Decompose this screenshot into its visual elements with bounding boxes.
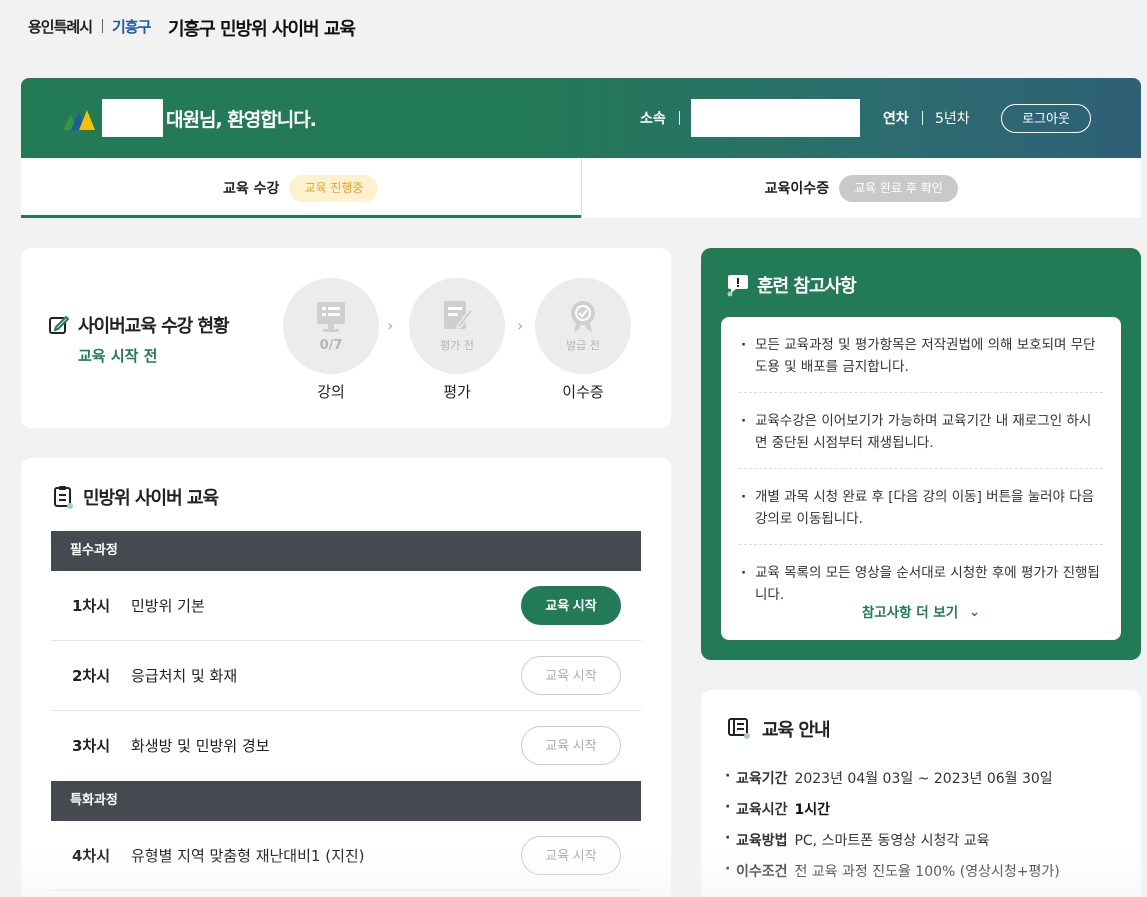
chevron-right-icon: › <box>517 316 524 335</box>
step-circle: 발급 전 <box>535 278 631 374</box>
info-title: 교육 안내 <box>762 720 831 741</box>
step-lecture: 0/7 강의 <box>283 278 379 402</box>
more-reference-link[interactable]: 참고사항 더 보기 ⌄ <box>721 601 1121 621</box>
info-key: 교육방법 <box>725 830 790 850</box>
course-name: 화생방 및 민방위 경보 <box>131 737 270 755</box>
step-certificate: 발급 전 이수증 <box>535 278 631 402</box>
info-row: 이수조건 전 교육 과정 진도율 100% (영상시청+평가) <box>725 861 1060 881</box>
evaluation-status: 평가 전 <box>440 339 474 352</box>
status-subtitle: 교육 시작 전 <box>78 347 158 365</box>
education-list-card: 민방위 사이버 교육 필수과정 1차시 민방위 기본 교육 시작 2차시 응급처… <box>21 458 671 897</box>
more-reference-label: 참고사항 더 보기 <box>861 605 959 621</box>
step-evaluation: 평가 전 평가 <box>409 278 505 402</box>
logout-button[interactable]: 로그아웃 <box>1001 104 1091 133</box>
status-badge: 교육 진행중 <box>289 174 379 202</box>
info-value: PC, 스마트폰 동영상 시청각 교육 <box>794 833 990 849</box>
speech-bubble-icon <box>727 275 748 297</box>
training-reference-card: 훈련 참고사항 모든 교육과정 및 평가항목은 저작권법에 의해 보호되며 무단… <box>701 248 1141 660</box>
step-label: 강의 <box>317 383 345 401</box>
start-course-button[interactable]: 교육 시작 <box>521 836 621 875</box>
book-icon <box>728 718 750 739</box>
step-label: 이수증 <box>562 383 604 401</box>
reference-item: 개별 과목 시청 완료 후 [다음 강의 이동] 버튼을 눌러야 다음 강의로 … <box>739 469 1103 545</box>
user-name-field <box>102 99 163 137</box>
info-key: 교육시간 <box>725 799 790 819</box>
document-pen-icon <box>444 301 474 330</box>
welcome-text: 대원님, 환영합니다. <box>166 109 317 131</box>
status-title: 사이버교육 수강 현황 <box>78 316 230 337</box>
info-key: 이수조건 <box>725 861 790 881</box>
certificate-status: 발급 전 <box>566 339 600 352</box>
divider <box>922 111 923 125</box>
education-info-card: 교육 안내 교육기간 2023년 04월 03일 ~ 2023년 06월 30일… <box>701 690 1141 897</box>
edit-icon <box>49 315 70 334</box>
course-number: 1차시 <box>72 597 111 615</box>
step-circle: 0/7 <box>283 278 379 374</box>
info-value: 전 교육 과정 진도율 100% (영상시청+평가) <box>794 864 1060 880</box>
year-label: 연차 <box>883 111 909 127</box>
monitor-checklist-icon <box>317 301 345 332</box>
reference-item: 모든 교육과정 및 평가항목은 저작권법에 의해 보호되며 무단 도용 및 배포… <box>739 317 1103 393</box>
start-course-button[interactable]: 교육 시작 <box>521 656 621 695</box>
category-header: 필수과정 <box>51 531 641 571</box>
chevron-down-icon: ⌄ <box>968 604 981 620</box>
affiliation-field <box>691 99 860 137</box>
city-logo-text: 용인특례시 <box>28 17 93 36</box>
start-course-button[interactable]: 교육 시작 <box>521 726 621 765</box>
divider <box>679 111 680 125</box>
chevron-right-icon: › <box>387 316 394 335</box>
course-row: 2차시 응급처치 및 화재 교육 시작 <box>51 641 641 711</box>
step-label: 평가 <box>443 383 471 401</box>
course-name: 민방위 기본 <box>131 597 205 615</box>
category-header: 특화과정 <box>51 781 641 821</box>
site-title[interactable]: 기흥구 민방위 사이버 교육 <box>168 15 356 41</box>
welcome-banner: 대원님, 환영합니다. 소속 연차 5년차 로그아웃 <box>21 78 1141 158</box>
info-row: 교육기간 2023년 04월 03일 ~ 2023년 06월 30일 <box>725 768 1053 788</box>
info-row: 교육시간 1시간 <box>725 799 830 819</box>
course-row: 4차시 유형별 지역 맞춤형 재난대비1 (지진) 교육 시작 <box>51 821 641 891</box>
civil-defense-logo-icon <box>63 110 95 130</box>
city-logo[interactable]: 용인특례시 기흥구 <box>28 13 151 39</box>
district-name: 기흥구 <box>112 17 151 36</box>
course-row: 3차시 화생방 및 민방위 경보 교육 시작 <box>51 711 641 781</box>
top-bar: 용인특례시 기흥구 기흥구 민방위 사이버 교육 <box>0 0 1147 56</box>
course-number: 2차시 <box>72 667 111 685</box>
start-course-button[interactable]: 교육 시작 <box>521 586 621 625</box>
reference-title: 훈련 참고사항 <box>757 276 857 297</box>
course-name: 응급처치 및 화재 <box>131 667 238 685</box>
education-title: 민방위 사이버 교육 <box>83 488 219 509</box>
reference-item: 교육수강은 이어보기가 가능하며 교육기간 내 재로그인 하시면 중단된 시점부… <box>739 393 1103 469</box>
award-badge-icon <box>571 301 595 332</box>
affiliation-label: 소속 <box>640 111 666 127</box>
info-value: 1시간 <box>794 802 830 818</box>
tab-course[interactable]: 교육 수강 교육 진행중 <box>21 158 581 218</box>
year-value: 5년차 <box>935 111 970 127</box>
course-row: 1차시 민방위 기본 교육 시작 <box>51 571 641 641</box>
info-key: 교육기간 <box>725 768 790 788</box>
clipboard-icon <box>54 486 73 509</box>
info-row: 교육방법 PC, 스마트폰 동영상 시청각 교육 <box>725 830 989 850</box>
main-tabs: 교육 수강 교육 진행중 교육이수증 교육 완료 후 확인 <box>21 158 1141 218</box>
tab-certificate[interactable]: 교육이수증 교육 완료 후 확인 <box>580 158 1142 218</box>
progress-status-card: 사이버교육 수강 현황 교육 시작 전 0/7 강의 › 평가 전 평가 › 발… <box>21 248 671 428</box>
logo-divider <box>102 19 104 33</box>
course-name: 유형별 지역 맞춤형 재난대비1 (지진) <box>131 847 365 865</box>
tab-label: 교육 수강 <box>223 181 280 197</box>
lecture-progress: 0/7 <box>319 337 343 353</box>
reference-list: 모든 교육과정 및 평가항목은 저작권법에 의해 보호되며 무단 도용 및 배포… <box>721 317 1121 640</box>
course-number: 4차시 <box>72 847 111 865</box>
course-number: 3차시 <box>72 737 111 755</box>
info-value: 2023년 04월 03일 ~ 2023년 06월 30일 <box>794 771 1053 787</box>
status-badge: 교육 완료 후 확인 <box>839 174 958 202</box>
tab-label: 교육이수증 <box>764 181 830 197</box>
step-circle: 평가 전 <box>409 278 505 374</box>
